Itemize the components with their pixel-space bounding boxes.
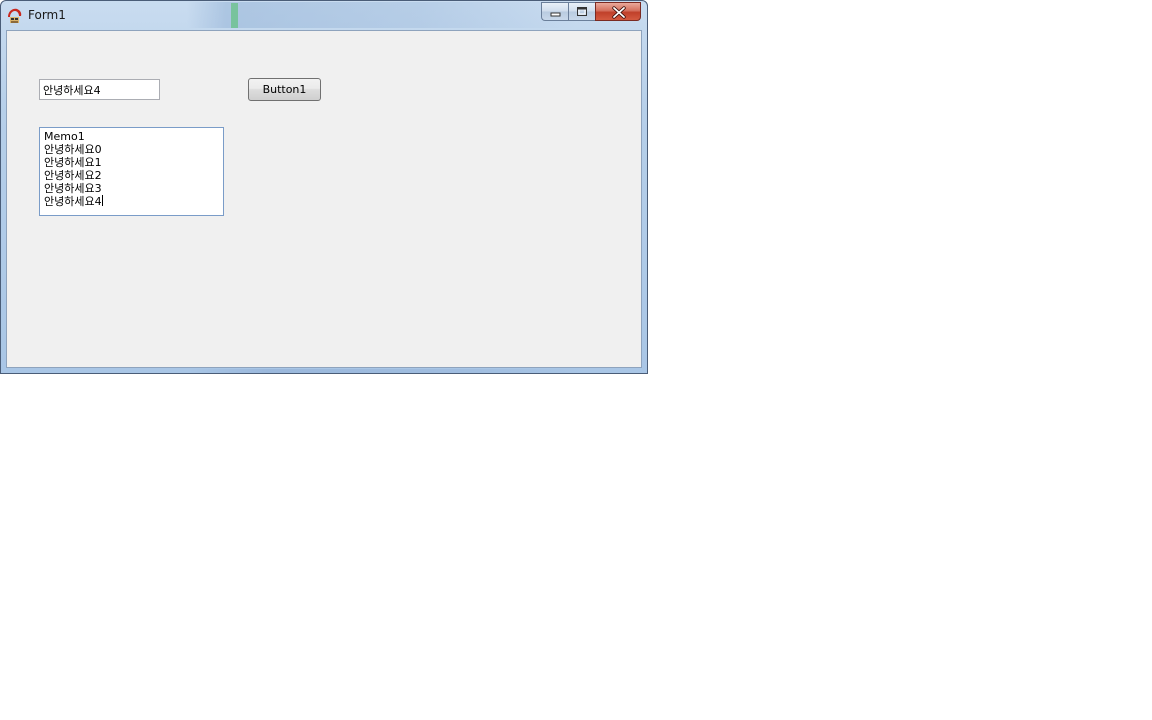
maximize-icon <box>577 7 587 16</box>
form1-window: Form1 Button <box>0 0 648 374</box>
title-bar-background-glass <box>187 2 577 28</box>
form-client-area: Button1 Memo1 안녕하세요0 안녕하세요1 안녕하세요2 안녕하세요… <box>6 30 642 368</box>
memo-line: 안녕하세요1 <box>44 156 102 169</box>
memo-line: Memo1 <box>44 130 85 143</box>
title-bar-background-glass-highlight <box>231 3 238 28</box>
minimize-button[interactable] <box>541 2 568 21</box>
close-button[interactable] <box>595 2 641 21</box>
window-title: Form1 <box>28 8 66 22</box>
text-caret <box>101 195 103 206</box>
delphi-helmet-icon[interactable] <box>6 7 24 25</box>
button1[interactable]: Button1 <box>248 78 321 101</box>
close-icon <box>612 6 626 19</box>
edit1-input[interactable] <box>39 79 160 100</box>
memo-line-text: 안녕하세요4 <box>44 195 102 208</box>
memo1-textarea[interactable]: Memo1 안녕하세요0 안녕하세요1 안녕하세요2 안녕하세요3 안녕하세요4 <box>39 127 224 216</box>
memo-line: 안녕하세요3 <box>44 182 102 195</box>
maximize-button[interactable] <box>568 2 595 21</box>
memo-line: 안녕하세요2 <box>44 169 102 182</box>
title-bar[interactable]: Form1 <box>1 1 647 30</box>
minimize-icon <box>550 12 561 17</box>
memo-line: 안녕하세요0 <box>44 143 102 156</box>
caption-buttons <box>541 2 641 21</box>
window-bottom-border-glass <box>187 369 587 373</box>
memo-line-last: 안녕하세요4 <box>44 195 219 208</box>
